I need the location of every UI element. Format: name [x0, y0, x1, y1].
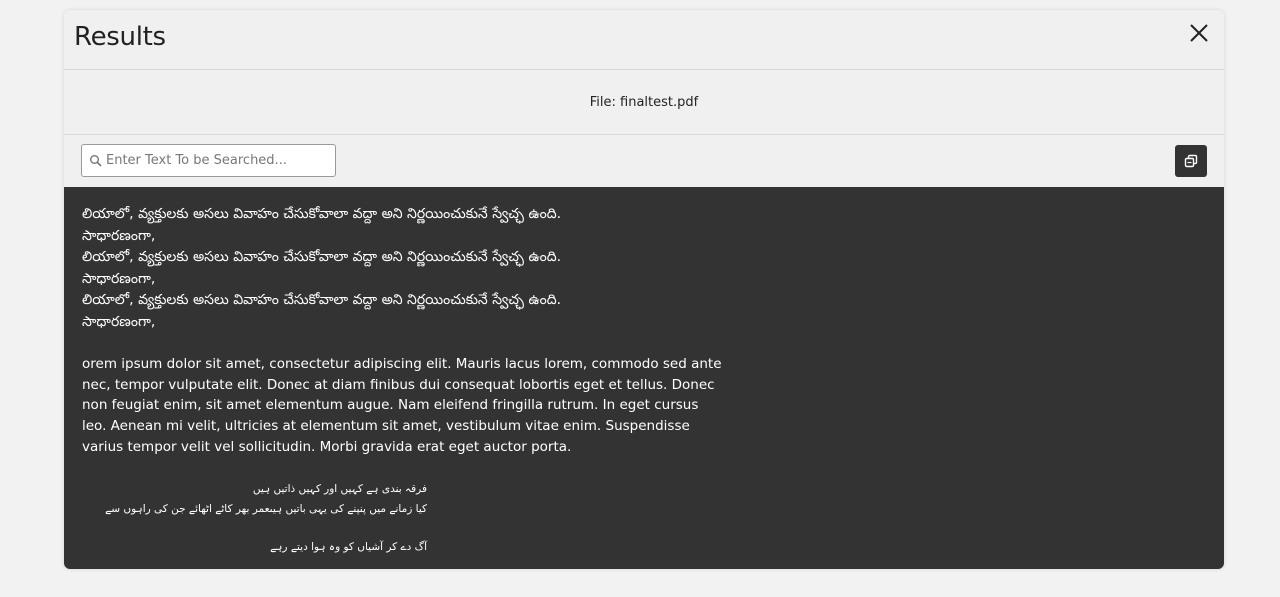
results-dialog: Results File: finaltest.pdf Enter Text T… [64, 10, 1224, 569]
dialog-header: Results [64, 10, 1224, 70]
text-line: کیا زمانے میں پنپنے کی یہی باتیں ہیںعمر … [105, 502, 427, 515]
text-line: లియాలో, వ్యక్తులకు అసలు వివాహం చేసుకోవాల… [82, 206, 562, 222]
text-line: లియాలో, వ్యక్తులకు అసలు వివాహం చేసుకోవాల… [82, 292, 562, 308]
search-toolbar [64, 135, 1224, 187]
search-icon [90, 154, 102, 167]
urdu-text-block: فرقہ بندی ہے کہیں اور کہیں ذاتیں ہیں کیا… [82, 479, 427, 557]
text-line: فرقہ بندی ہے کہیں اور کہیں ذاتیں ہیں [252, 482, 427, 495]
file-info-row: File: finaltest.pdf [64, 70, 1224, 135]
copy-icon [1184, 154, 1198, 168]
close-icon [1190, 24, 1208, 42]
text-line: آگ دے کر آشیاں کو وہ ہوا دیتے رہے [270, 540, 427, 553]
text-line: లియాలో, వ్యక్తులకు అసలు వివాహం చేసుకోవాల… [82, 249, 562, 265]
lorem-paragraph: orem ipsum dolor sit amet, consectetur a… [82, 356, 722, 455]
search-input[interactable] [106, 153, 326, 168]
copy-button[interactable] [1175, 145, 1207, 177]
text-line: సాధారణంగా, [82, 313, 156, 330]
extracted-text-panel: లియాలో, వ్యక్తులకు అసలు వివాహం చేసుకోవాల… [64, 187, 1224, 569]
file-name-label: File: finaltest.pdf [589, 94, 699, 110]
dialog-title: Results [74, 22, 166, 52]
close-button[interactable] [1188, 22, 1210, 44]
telugu-text-block: లియాలో, వ్యక్తులకు అసలు వివాహం చేసుకోవాల… [82, 204, 1206, 333]
search-box[interactable] [81, 144, 336, 177]
text-line: సాధారణంగా, [82, 227, 156, 244]
text-line: సాధారణంగా, [82, 270, 156, 287]
